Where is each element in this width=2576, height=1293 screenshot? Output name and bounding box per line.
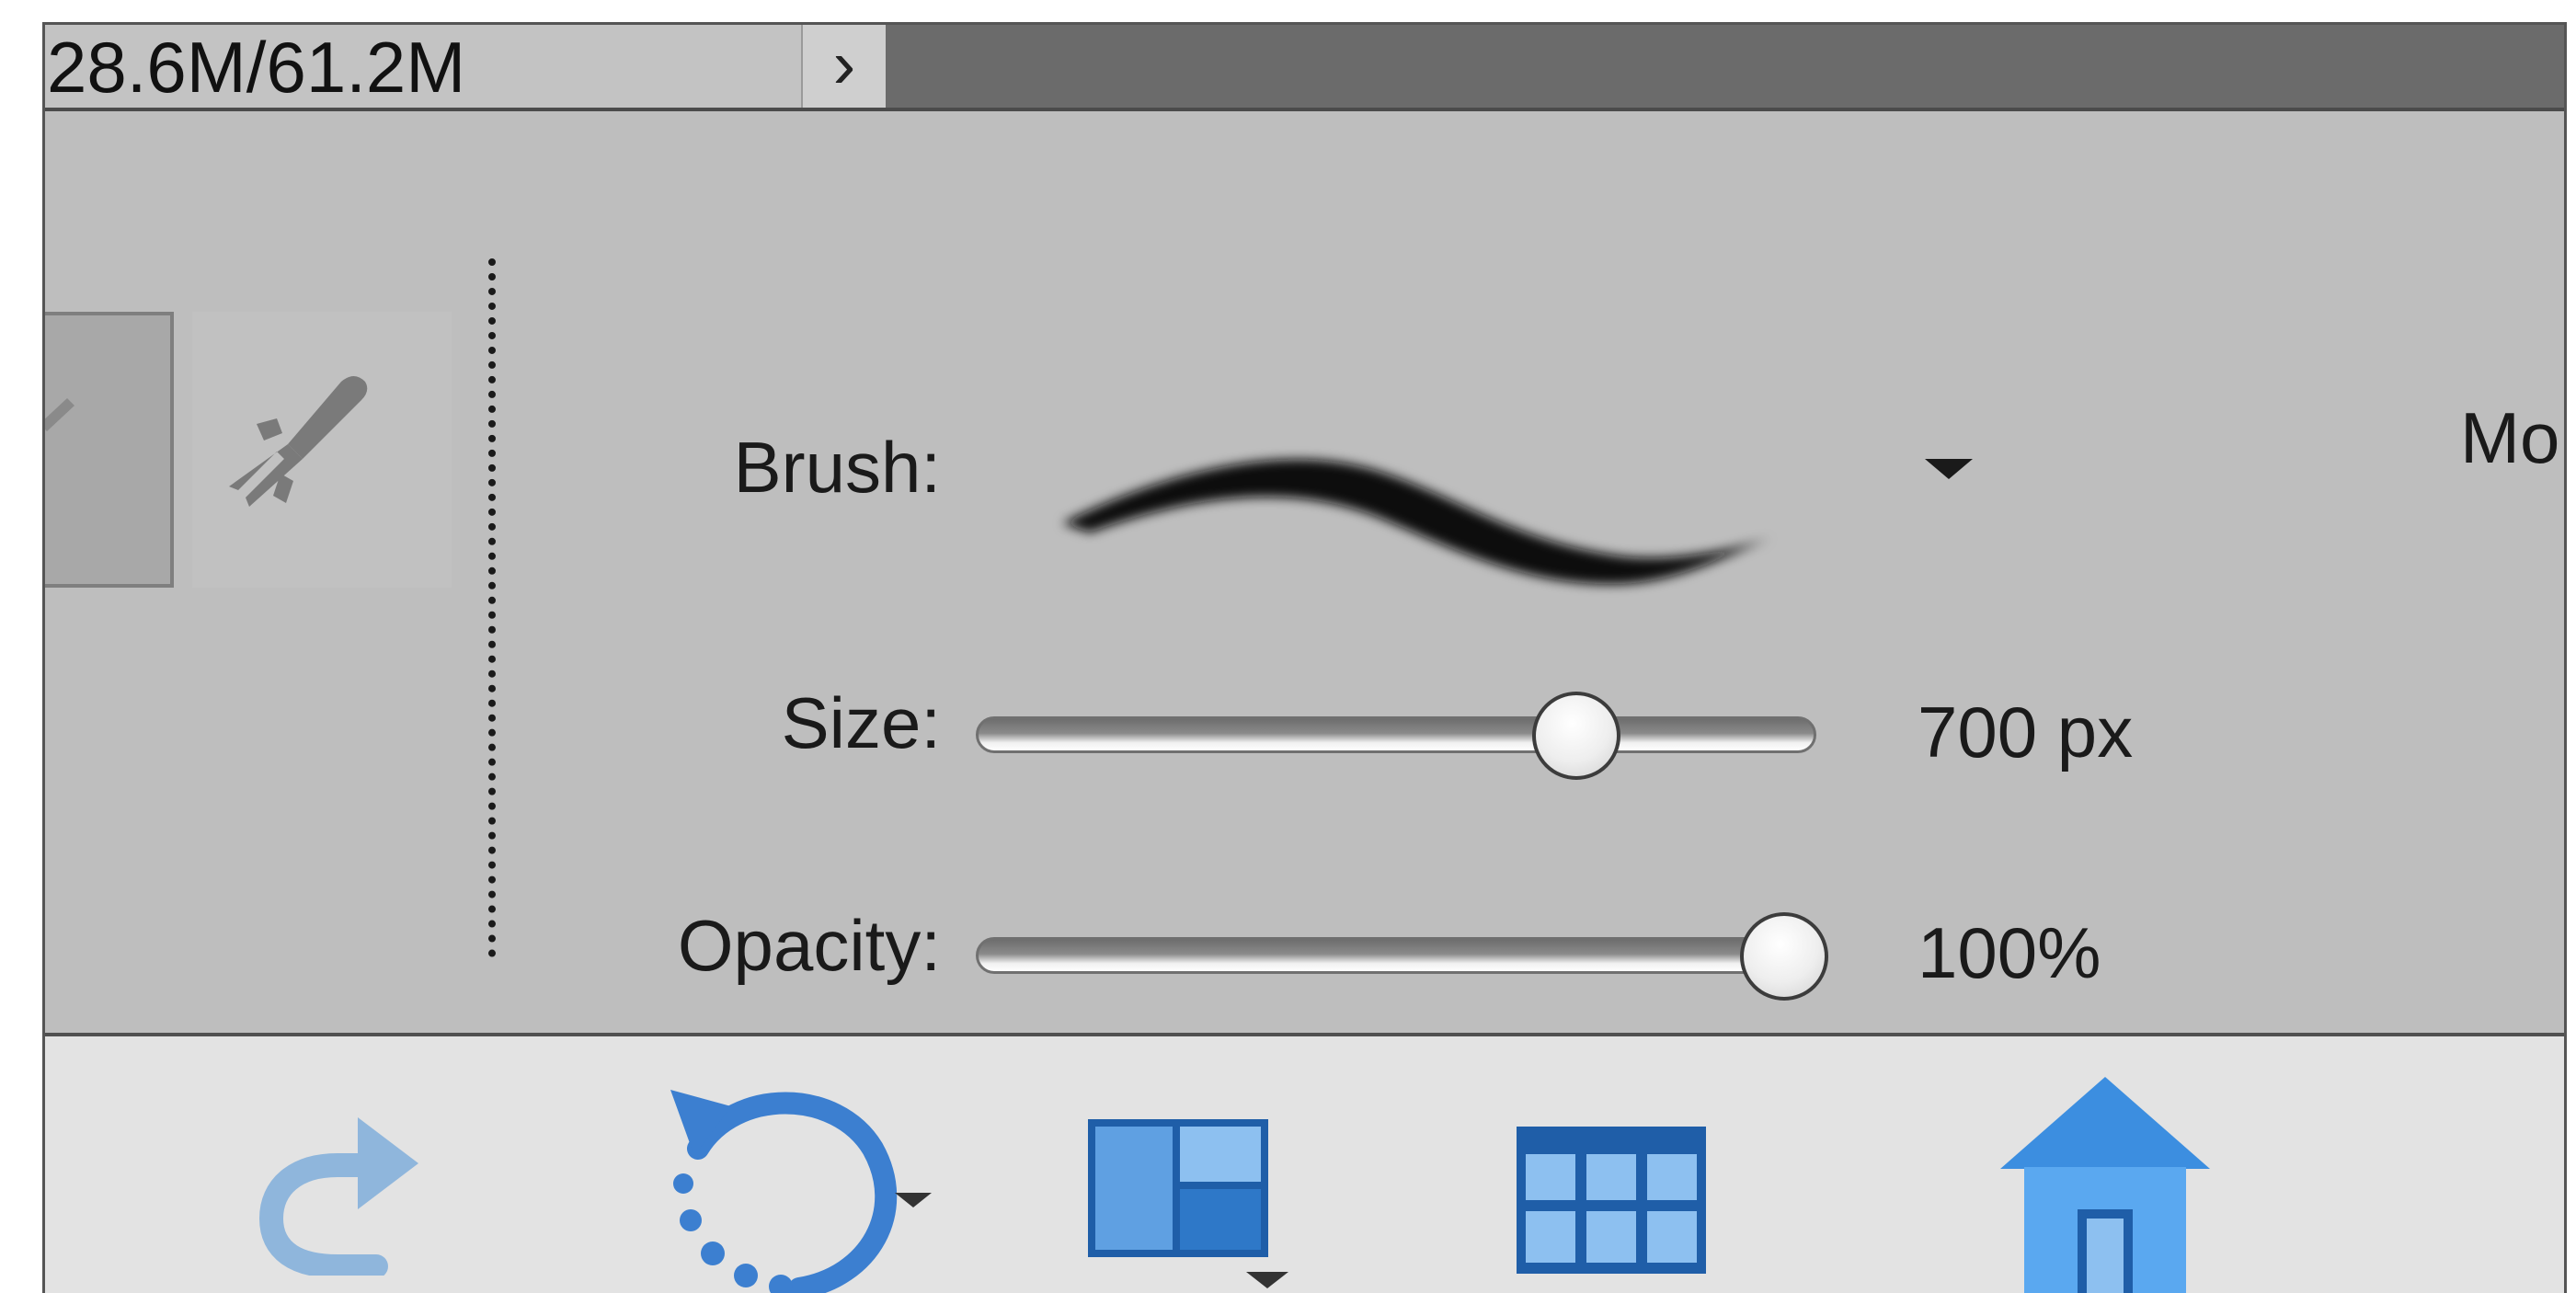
brush-tool-icon [45,398,74,431]
redo-icon [258,1117,418,1278]
size-value: 700 px [1918,692,2134,772]
layout-button[interactable] [1084,1116,1342,1293]
impressionist-brush-icon [229,376,368,507]
opacity-label: Opacity: [677,905,941,986]
brush-picker[interactable] [979,367,1835,643]
mode-label: Mo [2460,397,2560,478]
status-bar: 28.6M/61.2M › [45,25,2564,111]
opacity-value: 100% [1918,912,2101,993]
brush-dropdown-arrow[interactable] [1925,459,1973,479]
size-slider-thumb[interactable] [1532,692,1620,780]
home-icon [2000,1077,2210,1293]
tool-options-panel: Brush: Mo Size: 700 px Opacity: 100% [45,111,2564,1036]
rotate-button[interactable] [652,1073,946,1293]
redo-button[interactable] [229,1092,431,1278]
layout-icon [1088,1119,1288,1288]
brush-tool-button[interactable] [45,312,174,588]
status-expand-button[interactable]: › [801,25,886,108]
organizer-icon [1517,1127,1706,1274]
organizer-button[interactable] [1513,1123,1715,1279]
impressionist-brush-button[interactable] [192,312,452,588]
opacity-slider-thumb[interactable] [1740,912,1828,1001]
editor-window: 28.6M/61.2M › Brush: Mo Size: 700 px Opa… [42,22,2567,1293]
memory-usage-text: 28.6M/61.2M [45,25,801,108]
home-button[interactable] [1995,1071,2215,1293]
brush-stroke-preview [1062,459,1772,585]
options-divider [488,258,496,957]
size-label: Size: [781,682,941,763]
size-slider[interactable] [976,692,1816,780]
brush-label: Brush: [733,427,941,508]
bottom-toolbar [45,1036,2564,1293]
opacity-slider[interactable] [976,912,1828,1001]
rotate-icon [670,1090,932,1293]
